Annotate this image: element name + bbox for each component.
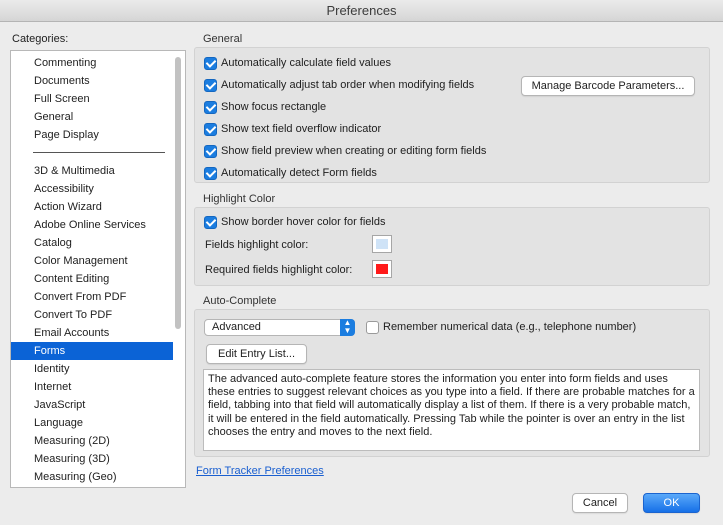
general-option-checkbox[interactable] [204,144,217,158]
window-titlebar: Preferences [0,0,723,22]
category-item[interactable]: General [11,108,173,126]
general-option-checkbox[interactable] [204,166,217,180]
categories-divider [33,152,165,153]
general-option-checkbox[interactable] [204,56,217,70]
category-item[interactable]: Full Screen [11,90,173,108]
highlight-section-label: Highlight Color [203,193,276,205]
general-option-label: Show field preview when creating or edit… [221,145,487,157]
category-item[interactable]: Email Accounts [11,324,173,342]
category-item[interactable]: Content Editing [11,270,173,288]
cancel-button[interactable]: Cancel [572,493,628,513]
show-border-hover-option[interactable]: Show border hover color for fields [204,214,385,230]
autocomplete-mode-value: Advanced [212,321,261,333]
category-item[interactable]: Measuring (3D) [11,450,173,468]
categories-label: Categories: [12,33,69,45]
general-option-checkbox[interactable] [204,100,217,114]
category-item[interactable]: Page Display [11,126,173,144]
remember-numerical-option[interactable]: Remember numerical data (e.g., telephone… [366,319,636,335]
category-item[interactable]: JavaScript [11,396,173,414]
general-option-checkbox[interactable] [204,122,217,136]
general-option-checkbox[interactable] [204,78,217,92]
category-item[interactable]: Color Management [11,252,173,270]
category-item[interactable]: Internet [11,378,173,396]
general-option[interactable]: Automatically calculate field values [204,55,391,71]
general-option-label: Automatically detect Form fields [221,167,377,179]
category-item[interactable]: Catalog [11,234,173,252]
general-option-label: Show text field overflow indicator [221,123,382,135]
categories-scrollbar[interactable] [175,57,181,329]
window-title: Preferences [326,3,397,18]
autocomplete-mode-select[interactable]: Advanced ▲ ▼ [204,319,355,336]
general-option[interactable]: Show focus rectangle [204,99,326,115]
category-item[interactable]: Accessibility [11,180,173,198]
required-highlight-label: Required fields highlight color: [205,264,353,276]
manage-barcode-button[interactable]: Manage Barcode Parameters... [521,76,695,96]
autocomplete-section-label: Auto-Complete [203,295,277,307]
updown-arrows-icon: ▲ ▼ [340,319,355,336]
category-item[interactable]: Commenting [11,54,173,72]
required-highlight-swatch[interactable] [372,260,392,278]
general-option[interactable]: Show field preview when creating or edit… [204,143,486,159]
general-option[interactable]: Show text field overflow indicator [204,121,381,137]
remember-numerical-label: Remember numerical data (e.g., telephone… [383,321,637,333]
category-item[interactable]: Measuring (Geo) [11,468,173,486]
category-item[interactable]: 3D & Multimedia [11,162,173,180]
general-option-label: Automatically calculate field values [221,57,391,69]
general-option-label: Automatically adjust tab order when modi… [221,79,475,91]
category-item[interactable]: Measuring (2D) [11,432,173,450]
categories-list[interactable]: Commenting Documents Full Screen General Pag… [10,50,186,488]
edit-entry-list-button[interactable]: Edit Entry List... [206,344,307,364]
fields-highlight-swatch[interactable] [372,235,392,253]
form-tracker-link[interactable]: Form Tracker Preferences [196,465,324,477]
category-item-selected[interactable]: Forms [11,342,173,360]
remember-numerical-checkbox[interactable] [366,320,379,334]
category-item[interactable]: Action Wizard [11,198,173,216]
general-option[interactable]: Automatically detect Form fields [204,165,377,181]
category-item[interactable]: Convert From PDF [11,288,173,306]
category-item[interactable]: Identity [11,360,173,378]
autocomplete-description: The advanced auto-complete feature store… [203,369,700,451]
category-item[interactable]: Documents [11,72,173,90]
required-highlight-fill [376,264,388,274]
general-option-label: Show focus rectangle [221,101,327,113]
ok-button[interactable]: OK [643,493,700,513]
general-section-label: General [203,33,243,45]
show-border-hover-label: Show border hover color for fields [221,216,386,228]
general-option[interactable]: Automatically adjust tab order when modi… [204,77,474,93]
fields-highlight-label: Fields highlight color: [205,239,309,251]
fields-highlight-fill [376,239,388,249]
show-border-hover-checkbox[interactable] [204,215,217,229]
category-item[interactable]: Language [11,414,173,432]
category-item[interactable]: Convert To PDF [11,306,173,324]
category-item[interactable]: Adobe Online Services [11,216,173,234]
